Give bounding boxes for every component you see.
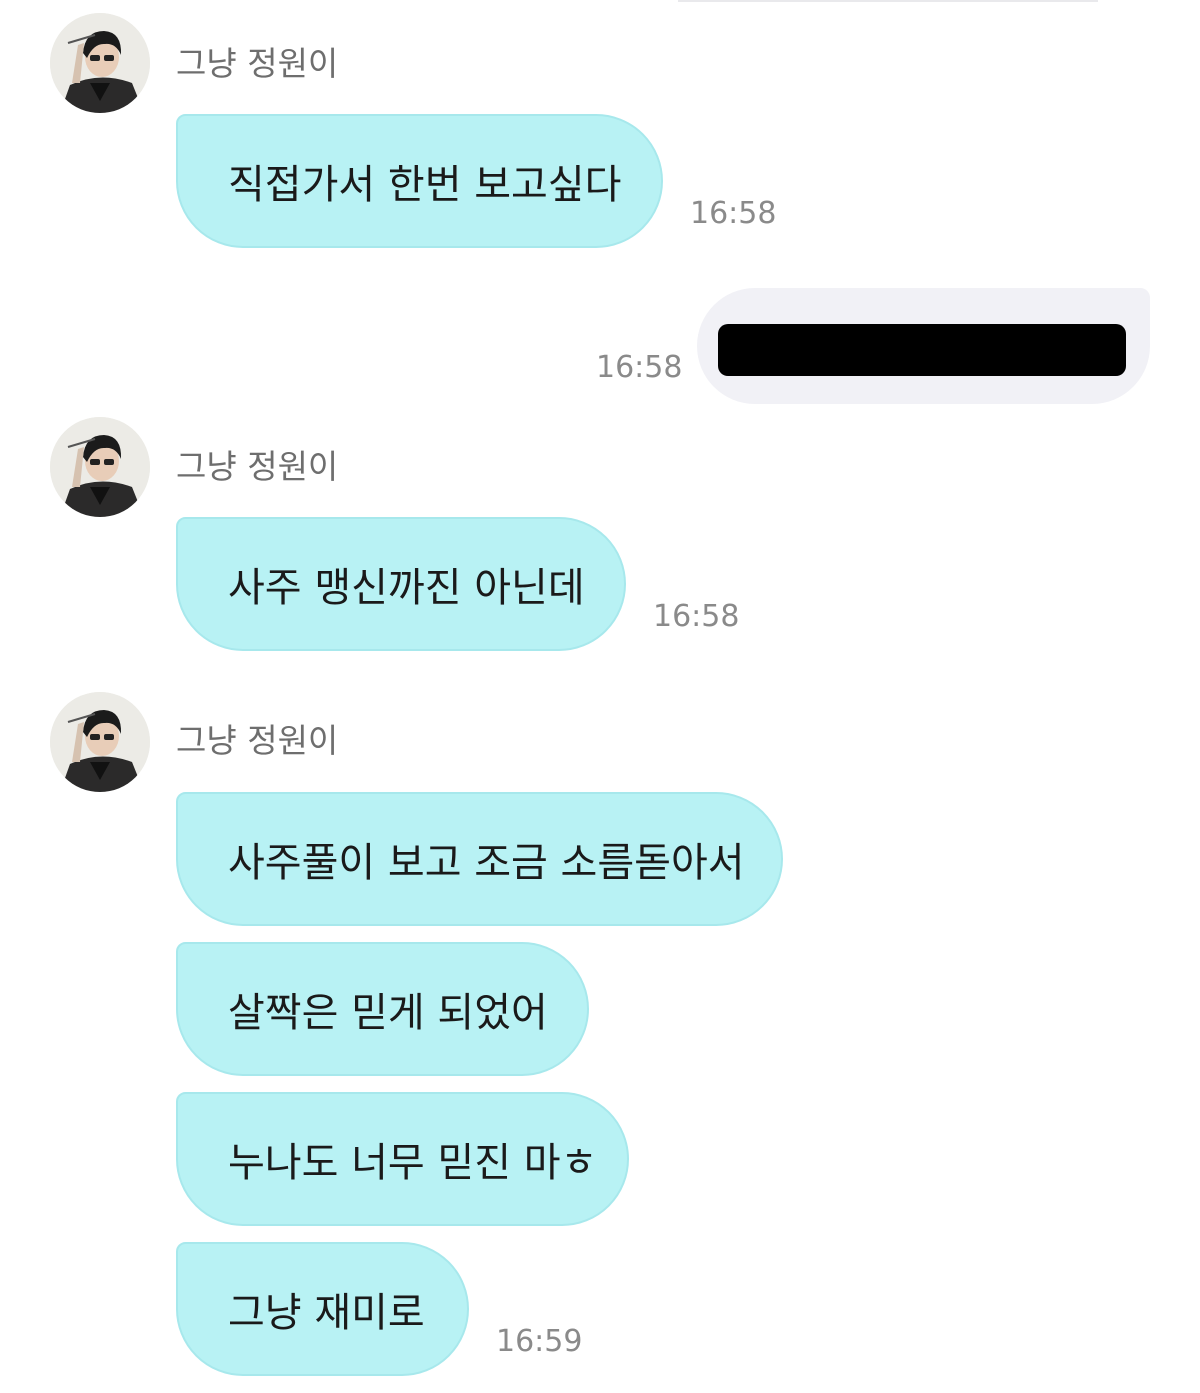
message-text: 직접가서 한번 보고싶다 <box>228 162 622 208</box>
message-bubble[interactable]: 직접가서 한번 보고싶다 <box>176 114 663 248</box>
avatar-photo-icon <box>50 13 150 113</box>
message-text: 살짝은 믿게 되었어 <box>228 990 548 1036</box>
message-text: 누나도 너무 믿진 마ㅎ <box>228 1140 598 1186</box>
message-timestamp: 16:58 <box>596 350 683 385</box>
message-text: 사주풀이 보고 조금 소름돋아서 <box>228 840 745 886</box>
avatar[interactable] <box>50 13 150 113</box>
avatar-photo-icon <box>50 692 150 792</box>
top-divider <box>678 0 1098 2</box>
message-bubble[interactable]: 사주풀이 보고 조금 소름돋아서 <box>176 792 783 926</box>
sender-name: 그냥 정원이 <box>176 447 339 486</box>
message-bubble[interactable]: 누나도 너무 믿진 마ㅎ <box>176 1092 629 1226</box>
message-bubble[interactable]: 사주 맹신까진 아닌데 <box>176 517 626 651</box>
message-bubble[interactable]: 그냥 재미로 <box>176 1242 469 1376</box>
message-text: 사주 맹신까진 아닌데 <box>228 565 585 611</box>
message-text: 그냥 재미로 <box>228 1290 425 1336</box>
redacted-text-bar <box>718 324 1126 376</box>
avatar-photo-icon <box>50 417 150 517</box>
avatar[interactable] <box>50 417 150 517</box>
message-timestamp: 16:58 <box>653 599 740 634</box>
sender-name: 그냥 정원이 <box>176 44 339 83</box>
message-timestamp: 16:58 <box>690 196 777 231</box>
sender-name: 그냥 정원이 <box>176 721 339 760</box>
message-bubble[interactable]: 살짝은 믿게 되었어 <box>176 942 589 1076</box>
avatar[interactable] <box>50 692 150 792</box>
message-timestamp: 16:59 <box>496 1324 583 1359</box>
